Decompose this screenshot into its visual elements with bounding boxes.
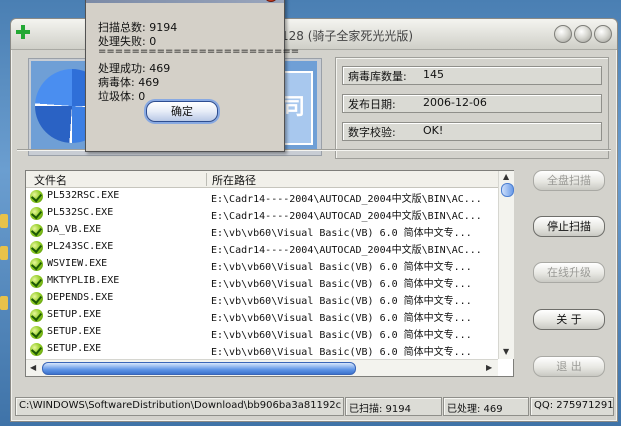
checksum-label: 数字校验: xyxy=(348,126,396,139)
column-header-filename[interactable]: 文件名 xyxy=(34,172,67,188)
file-name: SETUP.EXE xyxy=(47,343,102,354)
file-path: E:\vb\vb60\Visual Basic(VB) 6.0 简体中文专... xyxy=(211,279,472,290)
checkmark-icon xyxy=(30,343,43,356)
horizontal-scroll-thumb[interactable] xyxy=(42,362,356,375)
about-button[interactable]: 关 于 xyxy=(533,309,605,330)
checkmark-icon xyxy=(30,275,43,288)
ok-button[interactable]: 确定 xyxy=(146,101,218,122)
scroll-left-arrow-icon[interactable]: ◀ xyxy=(30,363,36,372)
list-item[interactable]: SETUP.EXE E:\vb\vb60\Visual Basic(VB) 6.0… xyxy=(26,324,498,341)
checkmark-icon xyxy=(30,241,43,254)
scroll-right-arrow-icon[interactable]: ▶ xyxy=(486,363,492,372)
exit-button[interactable]: 退 出 xyxy=(533,356,605,377)
processed-count-text: 已处理: 469 xyxy=(447,404,503,415)
checkmark-icon xyxy=(30,292,43,305)
column-header-path[interactable]: 所在路径 xyxy=(212,172,256,188)
file-name: SETUP.EXE xyxy=(47,326,102,337)
checksum-value: OK! xyxy=(423,124,444,137)
current-path-text: C:\WINDOWS\SoftwareDistribution\Download… xyxy=(19,400,341,411)
column-divider[interactable] xyxy=(206,173,207,186)
scroll-down-arrow-icon[interactable]: ▼ xyxy=(503,347,509,356)
qq-text: QQ: 275971291 xyxy=(534,400,614,411)
maximize-button[interactable] xyxy=(574,25,592,43)
release-date-value: 2006-12-06 xyxy=(423,96,487,109)
checkmark-icon xyxy=(30,258,43,271)
logo-character: 司 xyxy=(283,95,306,120)
list-item[interactable]: PL243SC.EXE E:\Cadr14----2004\AUTOCAD_200… xyxy=(26,239,498,256)
list-item[interactable]: DEPENDS.EXE E:\vb\vb60\Visual Basic(VB) 6… xyxy=(26,290,498,307)
file-path: E:\Cadr14----2004\AUTOCAD_2004中文版\BIN\AC… xyxy=(211,194,482,205)
file-name: PL532SC.EXE xyxy=(47,207,114,218)
file-path: E:\vb\vb60\Visual Basic(VB) 6.0 简体中文专... xyxy=(211,262,472,273)
file-path: E:\vb\vb60\Visual Basic(VB) 6.0 简体中文专... xyxy=(211,330,472,341)
checkmark-icon xyxy=(30,326,43,339)
file-path: E:\vb\vb60\Visual Basic(VB) 6.0 简体中文专... xyxy=(211,296,472,307)
list-item[interactable]: WSVIEW.EXE E:\vb\vb60\Visual Basic(VB) 6.… xyxy=(26,256,498,273)
horizontal-scrollbar[interactable]: ◀ ▶ xyxy=(26,359,498,376)
release-date-row: 发布日期: 2006-12-06 xyxy=(342,94,602,113)
online-upgrade-button[interactable]: 在线升级 xyxy=(533,262,605,283)
desktop-icon[interactable] xyxy=(0,246,8,260)
list-item[interactable]: MKTYPLIB.EXE E:\vb\vb60\Visual Basic(VB) … xyxy=(26,273,498,290)
file-path: E:\vb\vb60\Visual Basic(VB) 6.0 简体中文专... xyxy=(211,228,472,239)
status-bar: C:\WINDOWS\SoftwareDistribution\Download… xyxy=(15,397,614,416)
checkmark-icon xyxy=(30,190,43,203)
list-item[interactable]: DA_VB.EXE E:\vb\vb60\Visual Basic(VB) 6.0… xyxy=(26,222,498,239)
scan-result-list[interactable]: 文件名 所在路径 PL532RSC.EXE E:\Cadr14----2004\A… xyxy=(25,170,514,377)
list-item[interactable]: SETUP.EXE E:\vb\vb60\Visual Basic(VB) 6.0… xyxy=(26,341,498,358)
dialog-title-bar[interactable] xyxy=(86,0,284,3)
vertical-scrollbar[interactable]: ▲ ▼ xyxy=(498,171,514,359)
desktop-icon[interactable] xyxy=(0,214,8,228)
release-date-label: 发布日期: xyxy=(348,98,396,111)
file-name: WSVIEW.EXE xyxy=(47,258,108,269)
window-title: 128 (骑子全家死光光版) xyxy=(281,29,414,43)
scanned-count-text: 已扫描: 9194 xyxy=(349,404,411,415)
file-path: E:\Cadr14----2004\AUTOCAD_2004中文版\BIN\AC… xyxy=(211,245,482,256)
checkmark-icon xyxy=(30,207,43,220)
list-item[interactable]: PL532SC.EXE E:\Cadr14----2004\AUTOCAD_200… xyxy=(26,205,498,222)
virus-db-count-row: 病毒库数量: 145 xyxy=(342,66,602,85)
minimize-button[interactable] xyxy=(554,25,572,43)
file-name: MKTYPLIB.EXE xyxy=(47,275,120,286)
file-name: DA_VB.EXE xyxy=(47,224,102,235)
junk-count-text: 垃圾体: 0 xyxy=(98,90,146,103)
virus-db-count-value: 145 xyxy=(423,68,444,81)
scan-result-dialog: 扫描总数: 9194 处理失败: 0 =====================… xyxy=(85,0,299,152)
app-plus-icon xyxy=(16,25,30,39)
file-name: PL243SC.EXE xyxy=(47,241,114,252)
dialog-close-icon[interactable] xyxy=(264,0,278,2)
list-header: 文件名 所在路径 xyxy=(26,171,498,188)
checkmark-icon xyxy=(30,309,43,322)
virus-db-count-label: 病毒库数量: xyxy=(348,70,407,83)
virus-db-info-panel: 病毒库数量: 145 发布日期: 2006-12-06 数字校验: OK! xyxy=(335,57,609,159)
list-item[interactable]: SETUP.EXE E:\vb\vb60\Visual Basic(VB) 6.0… xyxy=(26,307,498,324)
status-current-path: C:\WINDOWS\SoftwareDistribution\Download… xyxy=(15,397,344,416)
status-qq: QQ: 275971291 xyxy=(530,397,614,416)
full-scan-button[interactable]: 全盘扫描 xyxy=(533,170,605,191)
file-path: E:\vb\vb60\Visual Basic(VB) 6.0 简体中文专... xyxy=(211,313,472,324)
stop-scan-button[interactable]: 停止扫描 xyxy=(533,216,605,237)
file-path: E:\vb\vb60\Visual Basic(VB) 6.0 简体中文专... xyxy=(211,347,472,358)
file-path: E:\Cadr14----2004\AUTOCAD_2004中文版\BIN\AC… xyxy=(211,211,482,222)
file-name: PL532RSC.EXE xyxy=(47,190,120,201)
checkmark-icon xyxy=(30,224,43,237)
checksum-row: 数字校验: OK! xyxy=(342,122,602,141)
dialog-divider-text: ======================== xyxy=(98,46,300,57)
list-rows: PL532RSC.EXE E:\Cadr14----2004\AUTOCAD_20… xyxy=(26,188,498,359)
desktop-icon[interactable] xyxy=(0,296,8,310)
vertical-scroll-thumb[interactable] xyxy=(501,183,514,197)
close-button[interactable] xyxy=(594,25,612,43)
file-name: DEPENDS.EXE xyxy=(47,292,114,303)
status-scanned: 已扫描: 9194 xyxy=(345,397,442,416)
status-processed: 已处理: 469 xyxy=(443,397,529,416)
scroll-up-arrow-icon[interactable]: ▲ xyxy=(503,172,509,181)
list-item[interactable]: PL532RSC.EXE E:\Cadr14----2004\AUTOCAD_20… xyxy=(26,188,498,205)
file-name: SETUP.EXE xyxy=(47,309,102,320)
